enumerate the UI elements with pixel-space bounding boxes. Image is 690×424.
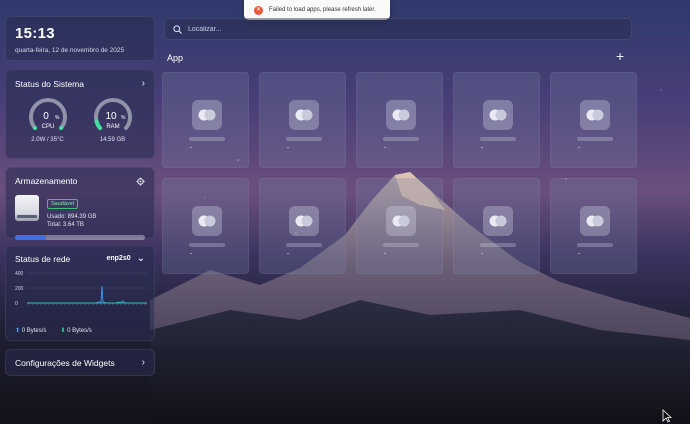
cloud-icon: [192, 206, 222, 236]
add-app-button[interactable]: +: [616, 49, 624, 63]
ram-gauge: 10 % RAM 14.59 GB: [85, 95, 141, 143]
storage-title: Armazenamento: [15, 176, 78, 186]
search-icon: [173, 24, 182, 34]
clock-date: quarta-feira, 12 de novembro de 2025: [15, 47, 125, 54]
storage-usage-fill: [15, 235, 47, 240]
cpu-gauge-ring: 0 % CPU: [28, 98, 67, 130]
cloud-icon: [192, 100, 222, 130]
app-name-placeholder: [383, 243, 419, 247]
app-name-placeholder: [480, 137, 516, 141]
app-status-placeholder: [481, 147, 483, 148]
app-name-placeholder: [480, 243, 516, 247]
app-status-placeholder: [190, 147, 192, 148]
app-status-placeholder: [481, 253, 483, 254]
cloud-icon: [580, 206, 610, 236]
app-status-placeholder: [578, 147, 580, 148]
cloud-icon: [483, 100, 513, 130]
app-tile-placeholder[interactable]: [550, 178, 637, 274]
mouse-cursor-icon: [662, 409, 672, 423]
storage-used: Usado: 894.39 GB: [47, 214, 97, 220]
ram-gauge-ring: 10 % RAM: [93, 98, 132, 130]
app-status-placeholder: [578, 253, 580, 254]
apps-title: App: [167, 53, 184, 63]
cloud-icon: [289, 206, 319, 236]
app-grid: [162, 72, 637, 274]
arrow-down-icon: ⬇: [60, 328, 66, 334]
download-speed: ⬇ 0 Bytes/s: [60, 327, 91, 334]
y-tick-200: 200: [15, 286, 24, 292]
y-tick-0: 0: [15, 301, 18, 307]
app-name-placeholder: [383, 137, 419, 141]
storage-usage-bar: [15, 235, 145, 240]
upload-speed: ⬆ 0 Bytes/s: [15, 327, 46, 334]
network-widget: Status de rede enp2s0 ⌄ 400 200 0 ⬆ 0 By…: [5, 245, 155, 341]
cloud-icon: [483, 206, 513, 236]
upload-series-line: [27, 285, 147, 304]
widget-settings-label: Configurações de Widgets: [15, 357, 115, 368]
app-name-placeholder: [189, 243, 225, 247]
app-name-placeholder: [577, 137, 613, 141]
app-tile-placeholder[interactable]: [356, 72, 443, 168]
cpu-detail: 2.0W / 35°C: [31, 137, 64, 143]
storage-health-badge: Saudável: [47, 199, 78, 209]
app-tile-placeholder[interactable]: [453, 178, 540, 274]
system-status-title: Status do Sistema: [15, 78, 84, 89]
ram-value: 10: [105, 111, 117, 122]
cpu-value: 0: [43, 111, 49, 122]
arrow-up-icon: ⬆: [15, 328, 21, 334]
app-name-placeholder: [286, 243, 322, 247]
ram-unit: %: [121, 115, 126, 121]
chevron-right-icon: ›: [141, 357, 145, 368]
system-status-widget: Status do Sistema › 0 % CPU 2.0W / 35°C …: [5, 69, 155, 159]
download-series-line: [27, 301, 147, 304]
download-speed-value: 0 Bytes/s: [67, 328, 92, 334]
y-tick-400: 400: [15, 271, 24, 277]
ram-detail: 14.59 GB: [99, 137, 126, 143]
app-name-placeholder: [577, 243, 613, 247]
clock-widget: 15:13 quarta-feira, 12 de novembro de 20…: [5, 16, 155, 61]
search-input[interactable]: [188, 25, 588, 33]
app-tile-placeholder[interactable]: [453, 72, 540, 168]
chevron-right-icon[interactable]: ›: [142, 78, 145, 89]
cloud-icon: [386, 206, 416, 236]
error-toast: ✕ Failed to load apps, please refresh la…: [244, 0, 390, 20]
cloud-icon: [580, 100, 610, 130]
app-status-placeholder: [384, 147, 386, 148]
cpu-gauge: 0 % CPU 2.0W / 35°C: [20, 95, 76, 143]
cpu-label: CPU: [41, 124, 54, 130]
cloud-icon: [386, 100, 416, 130]
app-tile-placeholder[interactable]: [162, 178, 249, 274]
gear-icon[interactable]: [136, 176, 145, 186]
upload-speed-value: 0 Bytes/s: [21, 328, 47, 334]
error-icon: ✕: [254, 5, 263, 15]
network-interface-select[interactable]: enp2s0: [106, 255, 130, 262]
app-name-placeholder: [189, 137, 225, 141]
cloud-icon: [289, 100, 319, 130]
app-status-placeholder: [287, 253, 289, 254]
network-traffic-chart: 400 200 0: [15, 271, 147, 307]
search-bar[interactable]: [164, 18, 632, 40]
app-status-placeholder: [190, 253, 192, 254]
network-title: Status de rede: [15, 253, 71, 264]
app-tile-placeholder[interactable]: [259, 72, 346, 168]
ram-label: RAM: [106, 124, 119, 130]
widget-settings-button[interactable]: Configurações de Widgets ›: [5, 349, 155, 376]
storage-total: Total: 3.64 TB: [47, 222, 84, 228]
app-tile-placeholder[interactable]: [259, 178, 346, 274]
clock-time: 15:13: [15, 25, 55, 42]
chevron-down-icon[interactable]: ⌄: [137, 253, 145, 264]
app-status-placeholder: [287, 147, 289, 148]
app-tile-placeholder[interactable]: [162, 72, 249, 168]
app-tile-placeholder[interactable]: [550, 72, 637, 168]
app-status-placeholder: [384, 253, 386, 254]
app-tile-placeholder[interactable]: [356, 178, 443, 274]
app-name-placeholder: [286, 137, 322, 141]
cpu-unit: %: [55, 115, 60, 121]
storage-widget: Armazenamento Saudável Usado: 894.39 GB …: [5, 167, 155, 240]
disk-icon: [15, 195, 39, 221]
toast-message: Failed to load apps, please refresh late…: [269, 7, 376, 13]
